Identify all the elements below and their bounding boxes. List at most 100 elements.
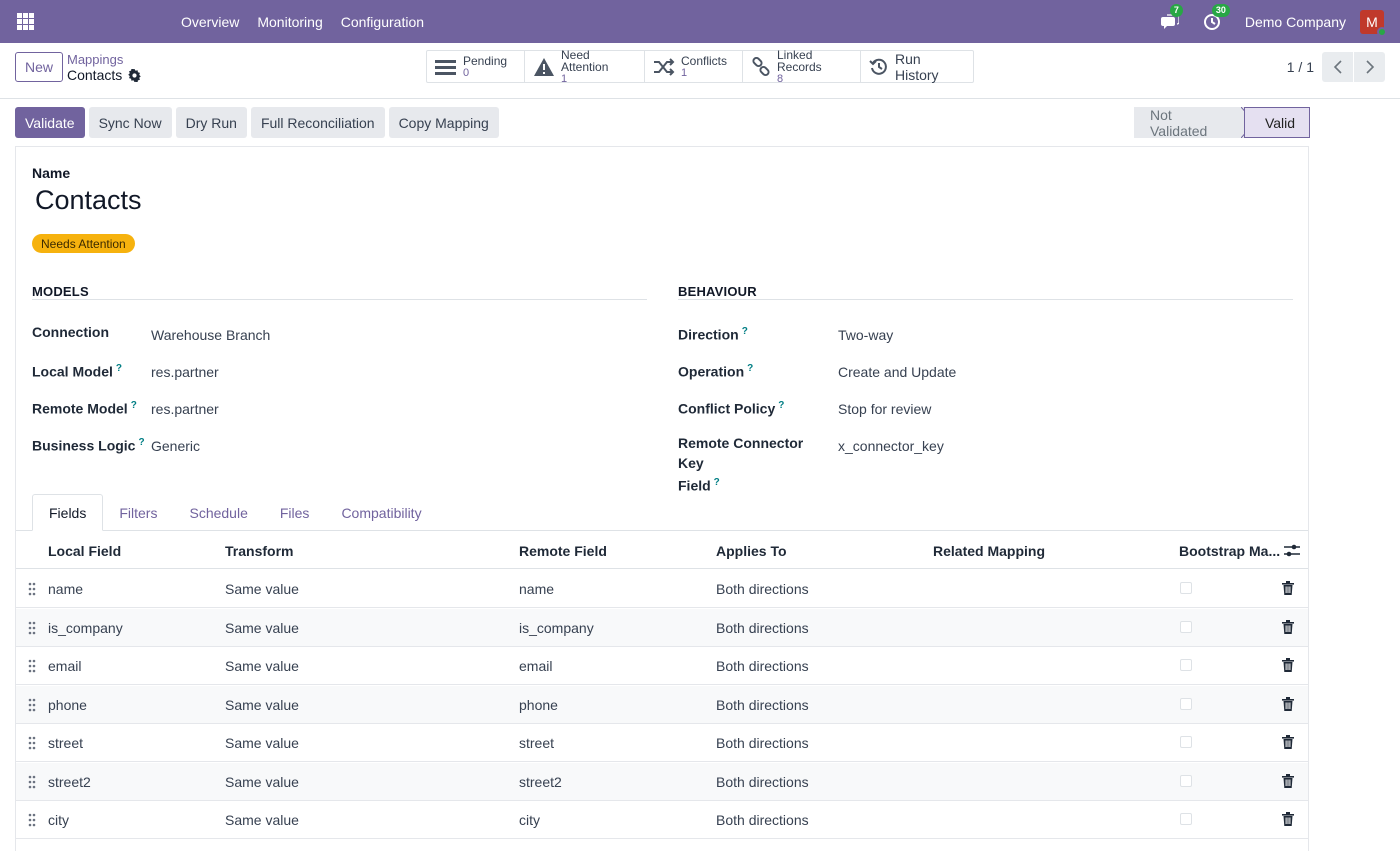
help-icon[interactable]: ?: [742, 326, 748, 337]
cell-transform[interactable]: Same value: [225, 620, 299, 636]
column-transform[interactable]: Transform: [225, 543, 293, 559]
activities-icon[interactable]: 30: [1203, 3, 1230, 31]
drag-handle-icon[interactable]: [28, 736, 36, 750]
trash-icon[interactable]: [1282, 658, 1294, 672]
smart-button-need-attention[interactable]: Need Attention 1: [525, 49, 645, 85]
smart-button-run-history[interactable]: Run History: [861, 51, 973, 83]
tab-compatibility[interactable]: Compatibility: [325, 494, 437, 531]
cell-remote-field[interactable]: name: [519, 581, 554, 597]
column-local-field[interactable]: Local Field: [48, 543, 121, 559]
cell-applies-to[interactable]: Both directions: [716, 812, 809, 828]
table-row[interactable]: street Same value street Both directions: [16, 724, 1308, 762]
cell-local-field[interactable]: name: [48, 581, 83, 597]
smart-button-pending[interactable]: Pending 0: [427, 51, 525, 82]
column-related-mapping[interactable]: Related Mapping: [933, 543, 1045, 559]
cell-local-field[interactable]: street2: [48, 774, 91, 790]
help-icon[interactable]: ?: [778, 400, 784, 411]
cell-remote-field[interactable]: city: [519, 812, 540, 828]
user-avatar[interactable]: M: [1360, 9, 1387, 37]
status-not-validated[interactable]: Not Validated: [1134, 107, 1244, 139]
cell-remote-field[interactable]: is_company: [519, 620, 594, 636]
connection-field[interactable]: Warehouse Branch: [151, 327, 270, 343]
help-icon[interactable]: ?: [138, 437, 144, 448]
trash-icon[interactable]: [1282, 773, 1294, 788]
cell-transform[interactable]: Same value: [225, 658, 299, 674]
cell-applies-to[interactable]: Both directions: [716, 774, 809, 790]
cell-transform[interactable]: Same value: [225, 581, 299, 597]
smart-button-linked-records[interactable]: Linked Records 8: [743, 49, 861, 85]
full-reconciliation-button[interactable]: Full Reconciliation: [250, 107, 385, 138]
column-applies-to[interactable]: Applies To: [716, 543, 787, 559]
trash-icon[interactable]: [1282, 619, 1294, 634]
name-field[interactable]: Contacts: [35, 185, 142, 216]
help-icon[interactable]: ?: [131, 400, 137, 411]
drag-handle-icon[interactable]: [28, 582, 36, 596]
drag-handle-icon[interactable]: [28, 698, 36, 712]
table-row[interactable]: phone Same value phone Both directions: [16, 685, 1308, 724]
operation-field[interactable]: Create and Update: [838, 364, 956, 380]
bootstrap-checkbox[interactable]: [1180, 620, 1192, 633]
column-remote-field[interactable]: Remote Field: [519, 543, 607, 559]
cell-transform[interactable]: Same value: [225, 774, 299, 790]
status-valid[interactable]: Valid: [1244, 107, 1310, 138]
direction-field[interactable]: Two-way: [838, 327, 893, 343]
trash-icon[interactable]: [1282, 735, 1294, 749]
cell-local-field[interactable]: city: [48, 812, 69, 828]
cell-applies-to[interactable]: Both directions: [716, 620, 809, 636]
gear-icon[interactable]: [128, 68, 142, 82]
cell-remote-field[interactable]: phone: [519, 697, 558, 713]
drag-handle-icon[interactable]: [28, 775, 36, 789]
cell-remote-field[interactable]: email: [519, 658, 552, 674]
help-icon[interactable]: ?: [714, 477, 720, 488]
cell-local-field[interactable]: is_company: [48, 620, 123, 636]
menu-overview[interactable]: Overview: [172, 14, 248, 30]
business-logic-field[interactable]: Generic: [151, 438, 200, 454]
cell-local-field[interactable]: phone: [48, 697, 87, 713]
sync-now-button[interactable]: Sync Now: [88, 107, 172, 138]
dry-run-button[interactable]: Dry Run: [175, 107, 247, 138]
table-row[interactable]: email Same value email Both directions: [16, 647, 1308, 685]
bootstrap-checkbox[interactable]: [1180, 774, 1192, 787]
bootstrap-checkbox[interactable]: [1180, 659, 1192, 671]
cell-applies-to[interactable]: Both directions: [716, 735, 809, 751]
drag-handle-icon[interactable]: [28, 813, 36, 827]
cell-applies-to[interactable]: Both directions: [716, 697, 809, 713]
local-model-field[interactable]: res.partner: [151, 364, 219, 380]
breadcrumb-parent[interactable]: Mappings: [67, 52, 123, 67]
help-icon[interactable]: ?: [747, 363, 753, 374]
cell-remote-field[interactable]: street2: [519, 774, 562, 790]
table-row[interactable]: city Same value city Both directions: [16, 801, 1308, 839]
new-button[interactable]: New: [15, 52, 64, 82]
table-row[interactable]: is_company Same value is_company Both direc…: [16, 608, 1308, 647]
copy-mapping-button[interactable]: Copy Mapping: [388, 107, 499, 138]
bootstrap-checkbox[interactable]: [1180, 697, 1192, 710]
apps-menu-icon[interactable]: [17, 13, 34, 30]
drag-handle-icon[interactable]: [28, 621, 36, 635]
cell-transform[interactable]: Same value: [225, 735, 299, 751]
menu-configuration[interactable]: Configuration: [332, 14, 433, 30]
menu-monitoring[interactable]: Monitoring: [248, 14, 331, 30]
cell-remote-field[interactable]: street: [519, 735, 554, 751]
cell-local-field[interactable]: street: [48, 735, 83, 751]
cell-applies-to[interactable]: Both directions: [716, 581, 809, 597]
tab-fields[interactable]: Fields: [32, 494, 104, 531]
tab-files[interactable]: Files: [264, 494, 326, 531]
tab-filters[interactable]: Filters: [103, 494, 173, 531]
tab-schedule[interactable]: Schedule: [173, 494, 263, 531]
messages-icon[interactable]: 7: [1160, 3, 1183, 31]
company-switcher[interactable]: Demo Company: [1245, 14, 1346, 30]
trash-icon[interactable]: [1282, 812, 1294, 826]
trash-icon[interactable]: [1282, 696, 1294, 711]
cell-applies-to[interactable]: Both directions: [716, 658, 809, 674]
cell-transform[interactable]: Same value: [225, 812, 299, 828]
remote-model-field[interactable]: res.partner: [151, 401, 219, 417]
validate-button[interactable]: Validate: [15, 107, 85, 138]
cell-transform[interactable]: Same value: [225, 697, 299, 713]
conflict-policy-field[interactable]: Stop for review: [838, 401, 931, 417]
cell-local-field[interactable]: email: [48, 658, 81, 674]
column-settings-icon[interactable]: [1284, 544, 1300, 558]
drag-handle-icon[interactable]: [28, 659, 36, 673]
column-bootstrap-mapping[interactable]: Bootstrap Ma...: [1179, 543, 1280, 559]
table-row[interactable]: street2 Same value street2 Both directions: [16, 762, 1308, 801]
pager-previous-button[interactable]: [1322, 52, 1353, 82]
